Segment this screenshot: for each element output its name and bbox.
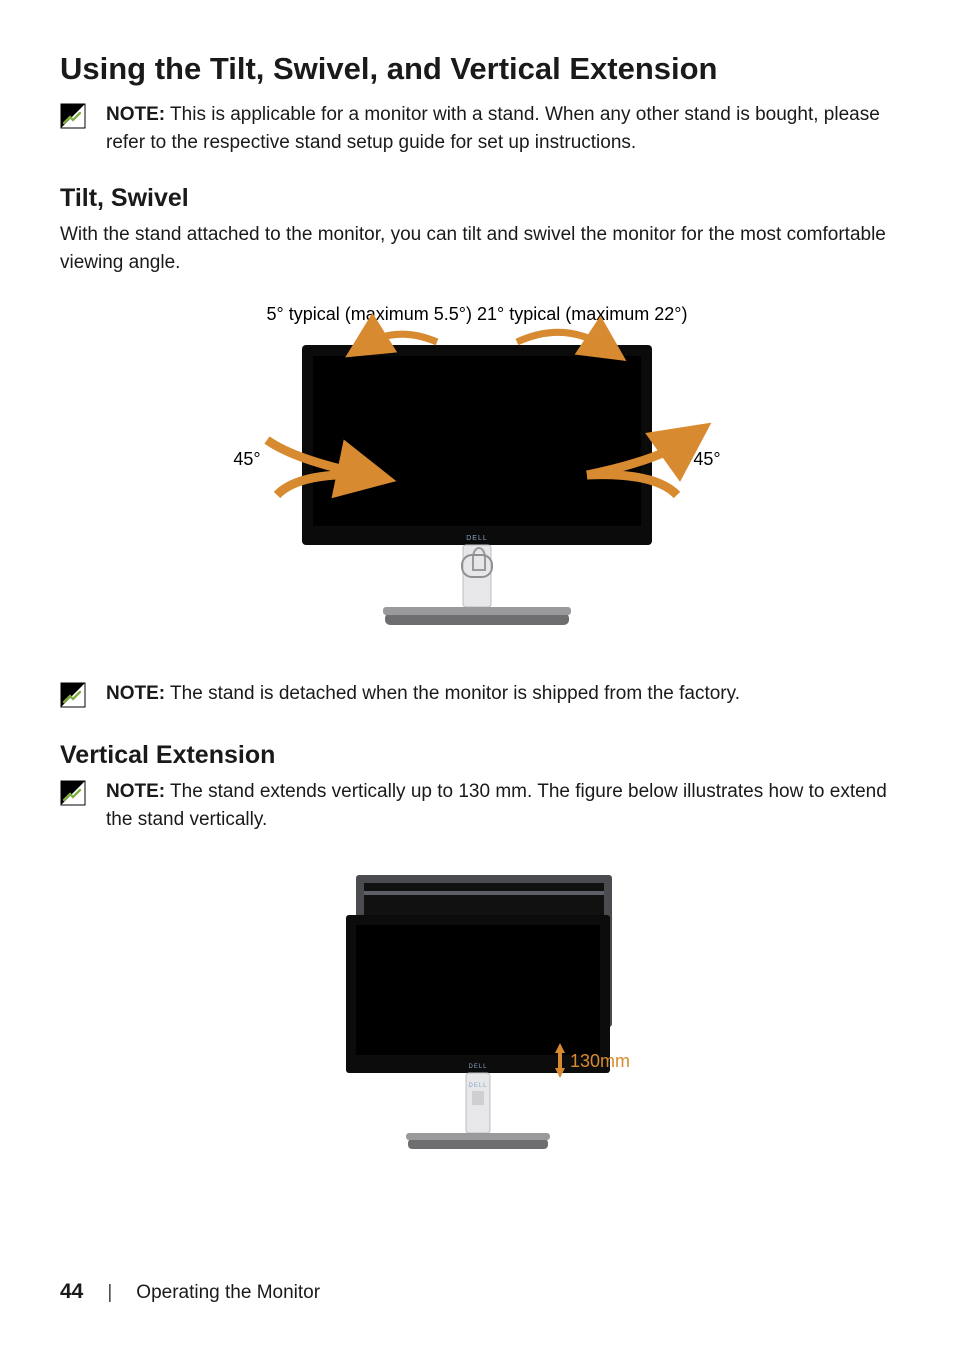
diagram1-left-label: 45°: [233, 449, 260, 469]
diagram2-height-label: 130mm: [570, 1051, 630, 1071]
diagram1-top-right: 21° typical (maximum 22°): [477, 304, 687, 324]
dell-logo: DELL: [468, 1064, 487, 1070]
section-heading-vertical-extension: Vertical Extension: [60, 741, 894, 770]
note-text: NOTE: The stand extends vertically up to…: [106, 778, 894, 833]
note-text: NOTE: The stand is detached when the mon…: [106, 680, 894, 708]
page-title: Using the Tilt, Swivel, and Vertical Ext…: [60, 50, 894, 87]
figure-tilt-swivel: 5° typical (maximum 5.5°) 21° typical (m…: [60, 300, 894, 650]
note-lead: NOTE:: [106, 683, 165, 704]
section-para: With the stand attached to the monitor, …: [60, 221, 894, 276]
note-icon: [60, 682, 86, 713]
section-heading-tilt-swivel: Tilt, Swivel: [60, 184, 894, 213]
page-footer: 44 | Operating the Monitor: [60, 1280, 320, 1304]
note-content: The stand is detached when the monitor i…: [165, 683, 740, 704]
note-block: NOTE: The stand is detached when the mon…: [60, 680, 894, 713]
note-block: NOTE: This is applicable for a monitor w…: [60, 101, 894, 156]
footer-section: Operating the Monitor: [136, 1282, 320, 1304]
note-block: NOTE: The stand extends vertically up to…: [60, 778, 894, 833]
note-lead: NOTE:: [106, 104, 165, 125]
figure-vertical-extension: DELL 130mm DELL: [60, 867, 894, 1187]
dell-logo: DELL: [468, 1083, 487, 1089]
page-number: 44: [60, 1280, 83, 1304]
dell-logo: DELL: [466, 535, 488, 542]
footer-separator: |: [107, 1282, 112, 1304]
note-icon: [60, 103, 86, 134]
note-content: This is applicable for a monitor with a …: [106, 104, 880, 153]
note-lead: NOTE:: [106, 781, 165, 802]
note-icon: [60, 780, 86, 811]
note-content: The stand extends vertically up to 130 m…: [106, 781, 887, 830]
diagram1-top-left: 5° typical (maximum 5.5°): [267, 304, 472, 324]
diagram1-right-label: 45°: [693, 449, 720, 469]
svg-text:5° typical (maximum 5.5°): 5° typical (maximum 5.5°) 21° typical (m…: [267, 304, 688, 324]
note-text: NOTE: This is applicable for a monitor w…: [106, 101, 894, 156]
